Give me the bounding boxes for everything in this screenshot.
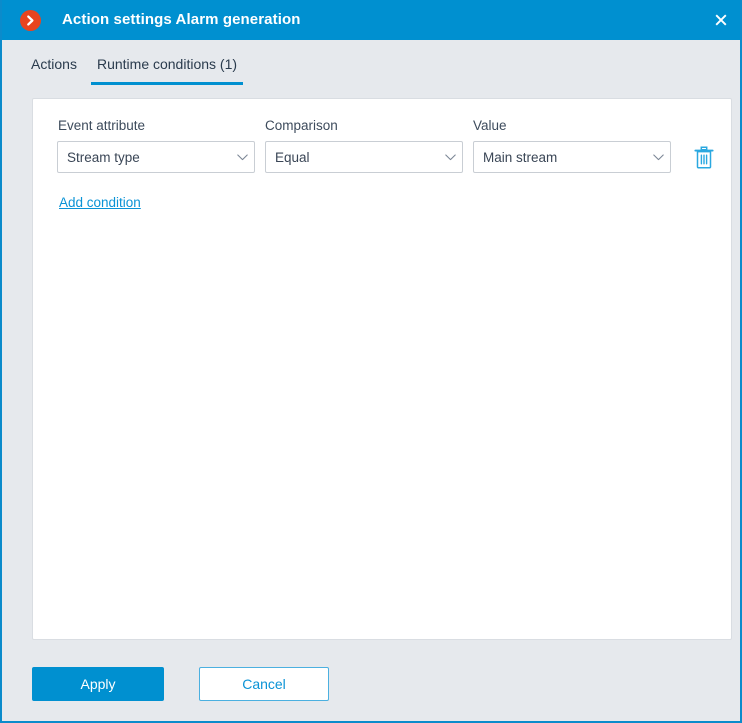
tab-runtime-conditions-label: Runtime conditions (1): [96, 56, 238, 72]
dialog-titlebar: Action settings Alarm generation: [2, 0, 740, 40]
chevron-right-circle-icon: [20, 10, 41, 31]
dialog-footer: Apply Cancel: [2, 640, 740, 721]
chevron-down-icon: [230, 153, 254, 161]
chevron-down-icon: [438, 153, 462, 161]
add-condition-link[interactable]: Add condition: [59, 195, 141, 210]
event-attribute-select-value: Stream type: [67, 149, 140, 165]
delete-condition-button[interactable]: [686, 139, 722, 175]
comparison-label: Comparison: [265, 118, 338, 133]
value-select[interactable]: Main stream: [473, 141, 671, 173]
tab-runtime-conditions[interactable]: Runtime conditions (1): [91, 40, 243, 88]
action-settings-dialog: Action settings Alarm generation Actions…: [0, 0, 742, 723]
tab-actions-label: Actions: [31, 56, 77, 72]
event-attribute-label: Event attribute: [58, 118, 146, 133]
tab-actions[interactable]: Actions: [22, 40, 86, 88]
close-icon[interactable]: [704, 4, 738, 36]
dialog-tabbar: Actions Runtime conditions (1): [2, 40, 740, 88]
runtime-conditions-panel: Event attribute Comparison Value Stream …: [32, 98, 732, 640]
active-tab-indicator: [91, 82, 243, 85]
value-select-value: Main stream: [483, 149, 558, 165]
chevron-down-icon: [646, 153, 670, 161]
value-label: Value: [473, 118, 507, 133]
apply-button[interactable]: Apply: [32, 667, 164, 701]
comparison-select-value: Equal: [275, 149, 310, 165]
event-attribute-select[interactable]: Stream type: [57, 141, 255, 173]
cancel-button-label: Cancel: [242, 676, 286, 692]
trash-icon: [694, 145, 714, 169]
dialog-title: Action settings Alarm generation: [62, 11, 301, 28]
cancel-button[interactable]: Cancel: [199, 667, 329, 701]
apply-button-label: Apply: [80, 676, 116, 692]
comparison-select[interactable]: Equal: [265, 141, 463, 173]
